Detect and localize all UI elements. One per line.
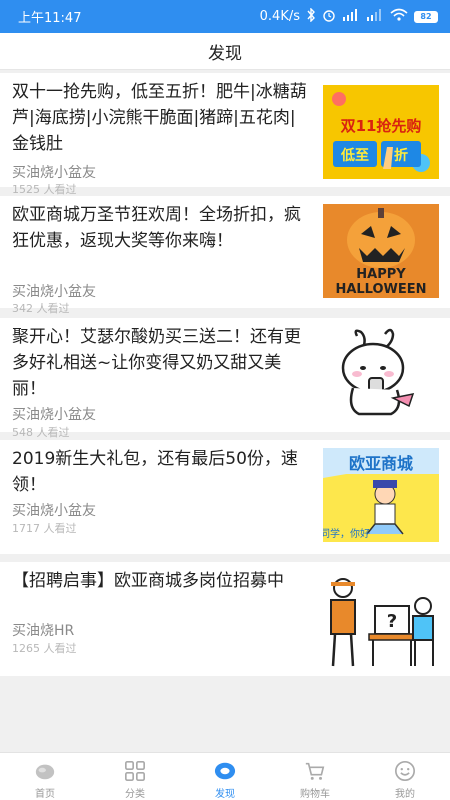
bottom-tab-bar: 首页 分类 发现 购物车 我的 [0, 752, 450, 800]
signal-icon-2 [366, 8, 384, 25]
article-card[interactable]: 双十一抢先购，低至五折！肥牛|冰糖葫芦|海底捞|小浣熊干脆面|猪蹄|五花肉|金钱… [0, 73, 450, 196]
status-bar: 上午11:47 0.4K/s 82 [0, 0, 450, 33]
battery-indicator: 82 [414, 10, 438, 23]
tab-discover[interactable]: 发现 [180, 753, 270, 800]
page-title: 发现 [0, 33, 450, 70]
tab-home[interactable]: 首页 [0, 753, 90, 800]
thumb-title-text: 双11抢先购 [341, 117, 422, 135]
network-speed: 0.4K/s [259, 9, 300, 24]
svg-text:HALLOWEEN: HALLOWEEN [335, 282, 426, 297]
article-title: 聚开心！艾瑟尔酸奶买三送二！还有更多好礼相送~让你变得又奶又甜又美丽！ [12, 327, 301, 399]
article-card[interactable]: 2019新生大礼包，还有最后50份，速领！ 买油烧小盆友 1717 人看过 欧亚… [0, 440, 450, 554]
tab-profile[interactable]: 我的 [360, 753, 450, 800]
article-views: 1265 人看过 [12, 642, 77, 655]
home-icon [35, 764, 55, 780]
status-right: 0.4K/s 82 [259, 6, 438, 26]
svg-text:HAPPY: HAPPY [356, 267, 406, 282]
svg-text:低至: 低至 [340, 147, 369, 164]
article-author: 买油烧小盆友 [12, 284, 96, 300]
tab-label: 发现 [215, 789, 235, 800]
svg-text:欧亚商城: 欧亚商城 [349, 454, 413, 473]
article-thumbnail: HAPPY HALLOWEEN [323, 204, 439, 298]
wifi-icon [390, 8, 408, 25]
article-title: 欧亚商城万圣节狂欢周！全场折扣，疯狂优惠，返现大奖等你来嗨！ [12, 205, 301, 251]
tab-label: 我的 [395, 789, 415, 800]
article-views: 1525 人看过 [12, 183, 77, 196]
article-author: 买油烧小盆友 [12, 503, 96, 519]
article-thumbnail: 欧亚商城 同学，你好 [323, 448, 439, 542]
tab-label: 首页 [35, 789, 55, 800]
svg-text:?: ? [387, 611, 397, 632]
tab-category[interactable]: 分类 [90, 753, 180, 800]
alarm-icon [322, 8, 336, 26]
signal-icon [342, 8, 360, 25]
svg-text:折: 折 [394, 147, 408, 164]
article-thumbnail [323, 328, 439, 422]
article-author: 买油烧小盆友 [12, 165, 96, 181]
tab-label: 分类 [125, 789, 145, 800]
article-thumbnail: 双11抢先购 低至 折 [323, 85, 439, 179]
grid-icon [125, 761, 145, 781]
article-author: 买油烧小盆友 [12, 407, 96, 423]
article-views: 342 人看过 [12, 302, 70, 315]
article-author: 买油烧HR [12, 623, 75, 639]
svg-text:同学，你好: 同学，你好 [323, 527, 370, 540]
article-title: 【招聘启事】欧亚商城多岗位招募中 [12, 571, 284, 591]
article-views: 548 人看过 [12, 426, 70, 439]
article-title: 双十一抢先购，低至五折！肥牛|冰糖葫芦|海底捞|小浣熊干脆面|猪蹄|五花肉|金钱… [12, 82, 307, 154]
article-views: 1717 人看过 [12, 522, 77, 535]
discover-icon [214, 762, 236, 780]
cart-icon [305, 762, 325, 780]
profile-icon [395, 761, 415, 781]
article-card[interactable]: 欧亚商城万圣节狂欢周！全场折扣，疯狂优惠，返现大奖等你来嗨！ 买油烧小盆友 34… [0, 196, 450, 315]
article-thumbnail: ? [323, 570, 439, 670]
status-time: 上午11:47 [18, 11, 82, 26]
bluetooth-icon [306, 6, 316, 26]
tab-label: 购物车 [300, 789, 330, 800]
tab-cart[interactable]: 购物车 [270, 753, 360, 800]
article-title: 2019新生大礼包，还有最后50份，速领！ [12, 449, 298, 495]
article-card[interactable]: 聚开心！艾瑟尔酸奶买三送二！还有更多好礼相送~让你变得又奶又甜又美丽！ 买油烧小… [0, 318, 450, 439]
article-card[interactable]: 【招聘启事】欧亚商城多岗位招募中 买油烧HR 1265 人看过 ? [0, 562, 450, 676]
